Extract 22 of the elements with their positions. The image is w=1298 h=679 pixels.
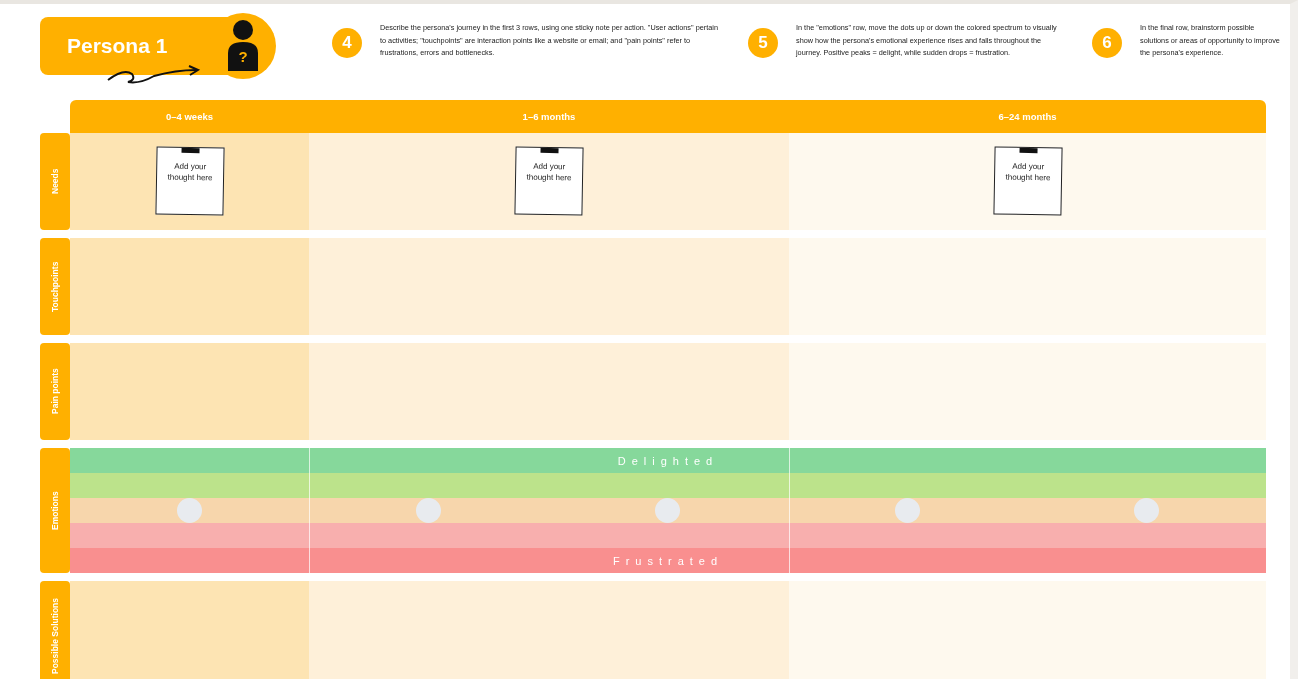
row-label: Emotions	[40, 448, 70, 573]
emotion-dot[interactable]	[416, 498, 442, 523]
sticky-note[interactable]: Add your thought here	[992, 146, 1063, 216]
emotion-band: Frustrated	[70, 548, 1266, 573]
row-label: Touchpoints	[40, 238, 70, 335]
stage-label: 6–24 months	[997, 110, 1058, 124]
emotion-band: Delighted	[70, 448, 1266, 473]
emotion-dot[interactable]	[177, 498, 203, 523]
step-number: 6	[1092, 28, 1122, 58]
emotion-dot[interactable]	[1133, 498, 1159, 523]
row-label: Needs	[40, 133, 70, 230]
sticky-note[interactable]: Add your thought here	[154, 146, 225, 216]
row-label: Possible Solutions	[40, 581, 70, 679]
emotion-dot[interactable]	[655, 498, 681, 523]
sticky-note[interactable]: Add your thought here	[514, 146, 584, 216]
step-number: 5	[748, 28, 778, 58]
emotion-dot[interactable]	[894, 498, 920, 523]
stage-label: 1–6 months	[521, 110, 577, 124]
row-label: Pain points	[40, 343, 70, 440]
squiggle-arrow-icon	[106, 64, 202, 84]
stage-label: 0–4 weeks	[165, 110, 214, 124]
step-number: 4	[332, 28, 362, 58]
